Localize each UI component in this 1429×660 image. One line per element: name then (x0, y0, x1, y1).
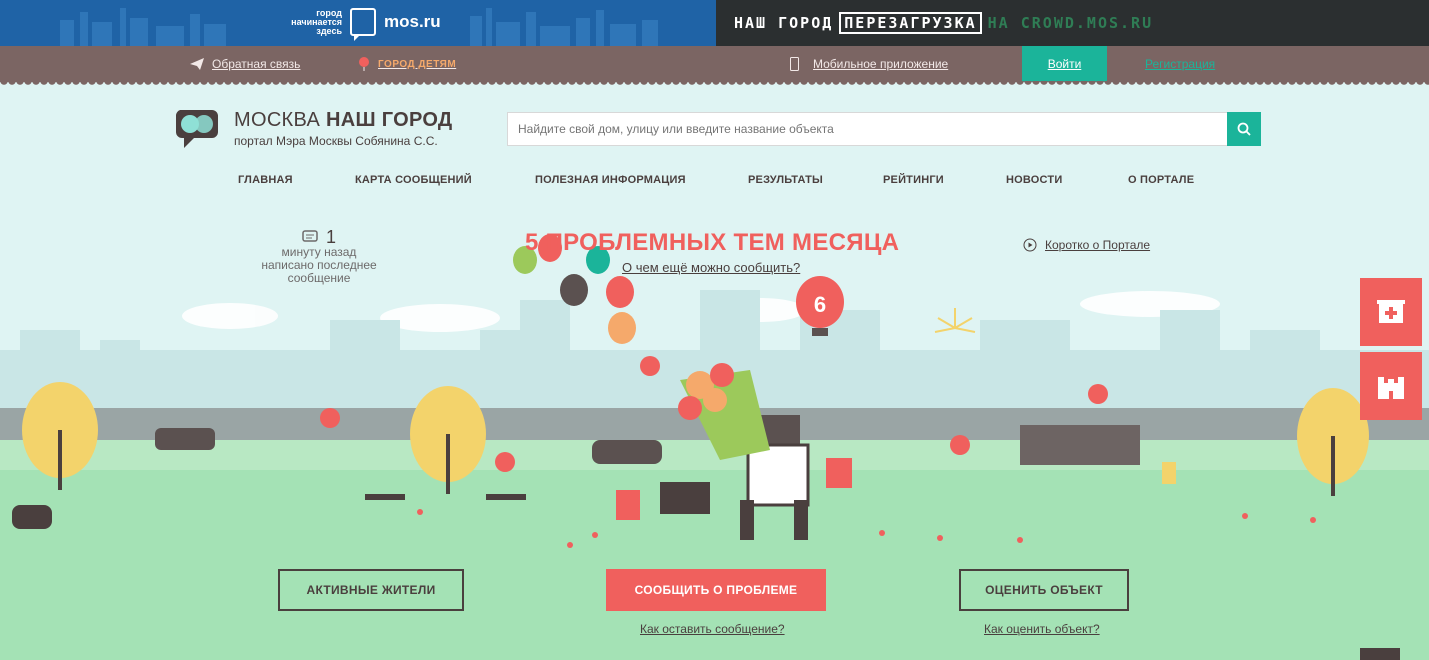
last-message-count: 1 (254, 226, 384, 247)
top-banner: город начинается здесь mos.ru НАШ ГОРОД … (0, 0, 1429, 46)
about-portal-label: Коротко о Портале (1045, 238, 1151, 252)
school-icon (1378, 377, 1404, 399)
feedback-label: Обратная связь (212, 57, 301, 71)
kids-label: ГОРОД ДЕТЯМ (378, 58, 457, 70)
logo-text: МОСКВА НАШ ГОРОД портал Мэра Москвы Собя… (234, 109, 452, 148)
comment-icon (302, 230, 318, 242)
message-count-value: 1 (325, 226, 336, 247)
search-icon (1237, 122, 1251, 136)
feedback-link[interactable]: Обратная связь (190, 57, 300, 71)
logo-title-bold: НАШ ГОРОД (325, 108, 453, 131)
nav-item-home[interactable]: ГЛАВНАЯ (238, 174, 293, 186)
phone-icon (790, 57, 799, 71)
site-logo[interactable]: МОСКВА НАШ ГОРОД портал Мэра Москвы Собя… (176, 106, 452, 150)
nav-item-news[interactable]: НОВОСТИ (1006, 174, 1062, 186)
mobile-app-label: Мобильное приложение (813, 57, 949, 71)
mos-speech-icon (350, 8, 376, 41)
crowd-text-city: НАШ ГОРОД (734, 14, 834, 32)
kids-link[interactable]: ГОРОД ДЕТЯМ (358, 57, 456, 71)
how-to-rate-link[interactable]: Как оценить объект? (984, 622, 1100, 636)
hospital-button[interactable] (1360, 278, 1422, 346)
logo-title-light: МОСКВА (234, 108, 326, 131)
nav-item-map[interactable]: КАРТА СООБЩЕНИЙ (355, 174, 472, 186)
balloon-icon (359, 57, 369, 71)
speech-bubble-logo-icon (176, 110, 218, 148)
mos-tagline: город начинается здесь (248, 8, 342, 36)
active-residents-button[interactable]: АКТИВНЫЕ ЖИТЕЛИ (278, 569, 464, 611)
hospital-icon (1377, 300, 1405, 323)
search-input[interactable] (507, 112, 1227, 146)
last-message-line: сообщение (287, 271, 351, 285)
nav-item-info[interactable]: ПОЛЕЗНАЯ ИНФОРМАЦИЯ (535, 174, 686, 186)
crowd-text-url: НА CROWD.MOS.RU (987, 14, 1154, 32)
login-button[interactable]: Войти (1022, 46, 1107, 82)
headline-problems[interactable]: 5 ПРОБЛЕМНЫХ ТЕМ МЕСЯЦА (525, 229, 899, 257)
last-message-widget: 1 минуту назад написано последнее сообще… (254, 226, 384, 285)
about-portal-link[interactable]: Коротко о Портале (1023, 238, 1150, 252)
balloon-number: 6 (814, 292, 826, 317)
nav-item-about[interactable]: О ПОРТАЛЕ (1128, 174, 1194, 186)
mos-name: mos.ru (384, 12, 441, 31)
mos-tagline-line: здесь (316, 25, 342, 36)
play-icon (1023, 238, 1037, 252)
register-link[interactable]: Регистрация (1145, 57, 1215, 71)
search-button[interactable] (1227, 112, 1261, 146)
report-problem-button[interactable]: СООБЩИТЬ О ПРОБЛЕМЕ (606, 569, 826, 611)
rate-object-button[interactable]: ОЦЕНИТЬ ОБЪЕКТ (959, 569, 1129, 611)
how-to-report-link[interactable]: Как оставить сообщение? (640, 622, 785, 636)
mos-ru-logo[interactable]: город начинается здесь mos.ru (248, 8, 441, 41)
crowd-banner[interactable]: НАШ ГОРОД ПЕРЕЗАГРУЗКА НА CROWD.MOS.RU (716, 0, 1429, 46)
crowd-text-reload: ПЕРЕЗАГРУЗКА (839, 12, 982, 34)
nav-item-results[interactable]: РЕЗУЛЬТАТЫ (748, 174, 823, 186)
mos-banner[interactable]: город начинается здесь mos.ru (0, 0, 716, 46)
logo-subtitle: портал Мэра Москвы Собянина С.С. (234, 133, 438, 148)
utility-bar: Обратная связь ГОРОД ДЕТЯМ Мобильное при… (0, 46, 1429, 87)
what-else-link[interactable]: О чем ещё можно сообщить? (622, 260, 800, 275)
nav-item-ratings[interactable]: РЕЙТИНГИ (883, 174, 944, 186)
logo-title: МОСКВА НАШ ГОРОД (234, 109, 452, 132)
search-bar (507, 112, 1261, 146)
mobile-app-link[interactable]: Мобильное приложение (790, 57, 948, 71)
school-button[interactable] (1360, 352, 1422, 420)
paper-plane-icon (190, 58, 204, 70)
